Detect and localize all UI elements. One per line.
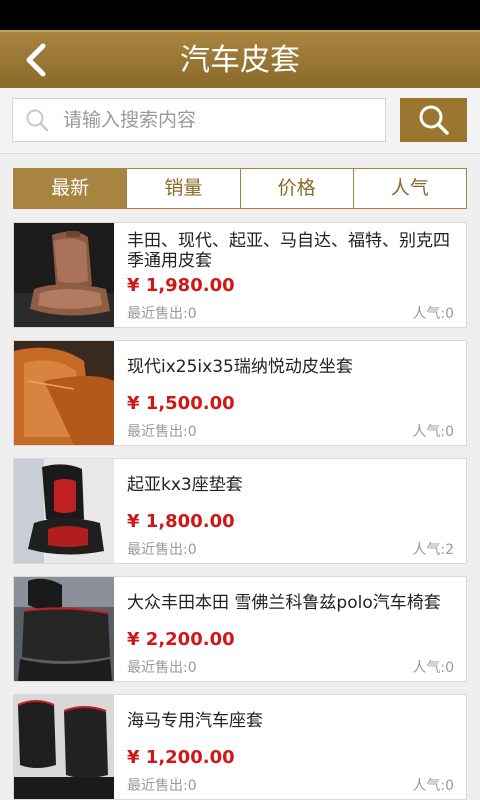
product-popularity: 人气:0 — [412, 424, 454, 440]
product-popularity: 人气:2 — [412, 542, 454, 558]
product-price: ¥ 1,980.00 — [127, 275, 235, 296]
product-sold: 最近售出:0 — [127, 306, 197, 322]
product-price: ¥ 1,200.00 — [127, 747, 235, 768]
product-price: ¥ 1,800.00 — [127, 511, 235, 532]
tab-popularity[interactable]: 人气 — [352, 169, 466, 208]
product-price: ¥ 1,500.00 — [127, 393, 235, 414]
product-title: 丰田、现代、起亚、马自达、福特、别克四季通用皮套 — [127, 231, 450, 271]
product-title: 海马专用汽车座套 — [127, 711, 263, 731]
tab-sales[interactable]: 销量 — [126, 169, 239, 208]
tab-price[interactable]: 价格 — [239, 169, 353, 208]
product-popularity: 人气:0 — [412, 660, 454, 676]
search-input[interactable] — [63, 109, 363, 131]
product-title: 现代ix25ix35瑞纳悦动皮坐套 — [127, 357, 353, 377]
product-sold: 最近售出:0 — [127, 778, 197, 794]
product-sold: 最近售出:0 — [127, 542, 197, 558]
search-button[interactable] — [400, 98, 467, 142]
app-header: 汽车皮套 — [0, 30, 480, 88]
product-image — [14, 341, 114, 445]
page-title: 汽车皮套 — [180, 43, 300, 78]
product-image — [14, 695, 114, 799]
product-list: 丰田、现代、起亚、马自达、福特、别克四季通用皮套 ¥ 1,980.00 最近售出… — [13, 222, 467, 800]
product-card[interactable]: 现代ix25ix35瑞纳悦动皮坐套 ¥ 1,500.00 最近售出:0 人气:0 — [13, 340, 467, 446]
product-card[interactable]: 海马专用汽车座套 ¥ 1,200.00 最近售出:0 人气:0 — [13, 694, 467, 800]
status-bar — [0, 0, 480, 30]
search-icon — [419, 105, 449, 135]
product-price: ¥ 2,200.00 — [127, 629, 235, 650]
product-image — [14, 577, 114, 681]
product-title: 大众丰田本田 雪佛兰科鲁兹polo汽车椅套 — [127, 593, 441, 613]
product-sold: 最近售出:0 — [127, 424, 197, 440]
sort-tabs: 最新 销量 价格 人气 — [13, 168, 467, 209]
search-bar — [0, 88, 480, 154]
product-image — [14, 459, 114, 563]
product-image — [14, 223, 114, 327]
search-icon — [25, 108, 55, 132]
product-card[interactable]: 大众丰田本田 雪佛兰科鲁兹polo汽车椅套 ¥ 2,200.00 最近售出:0 … — [13, 576, 467, 682]
product-title: 起亚kx3座垫套 — [127, 475, 243, 495]
tab-latest[interactable]: 最新 — [14, 169, 127, 208]
product-popularity: 人气:0 — [412, 778, 454, 794]
product-sold: 最近售出:0 — [127, 660, 197, 676]
product-card[interactable]: 丰田、现代、起亚、马自达、福特、别克四季通用皮套 ¥ 1,980.00 最近售出… — [13, 222, 467, 328]
search-field[interactable] — [12, 98, 386, 142]
product-card[interactable]: 起亚kx3座垫套 ¥ 1,800.00 最近售出:0 人气:2 — [13, 458, 467, 564]
product-popularity: 人气:0 — [412, 306, 454, 322]
